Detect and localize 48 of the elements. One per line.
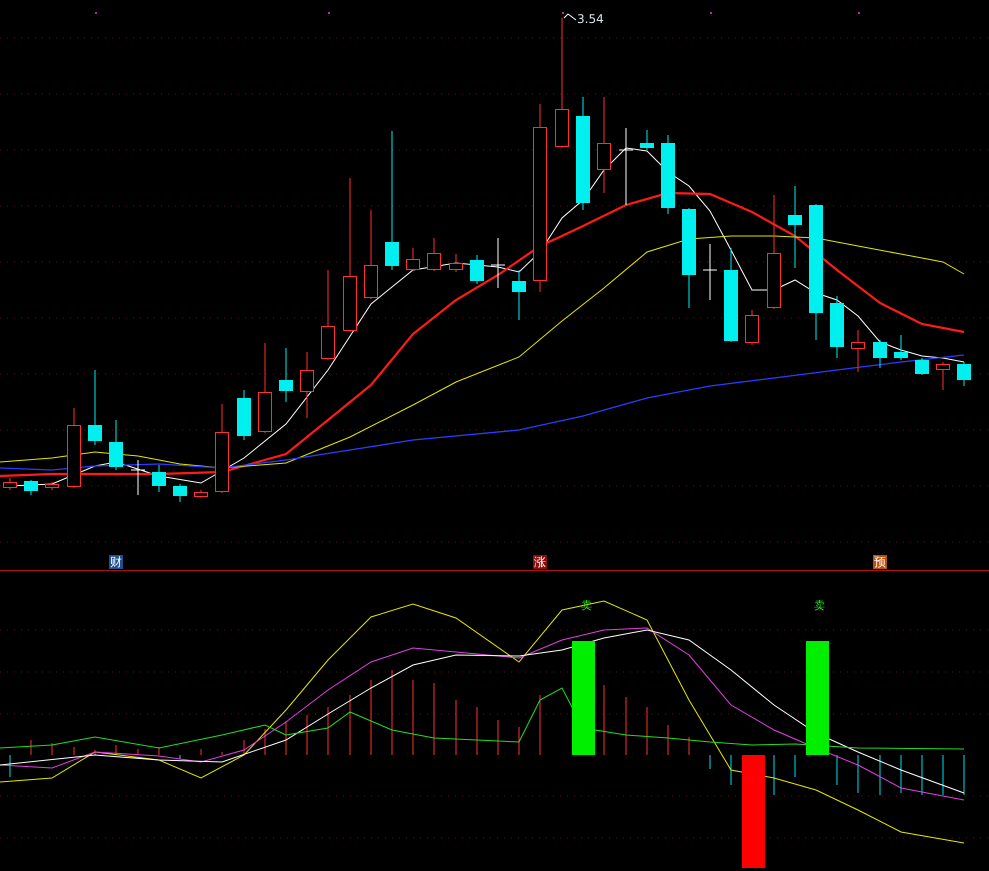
candlestick — [851, 330, 865, 372]
indicator-bar — [200, 748, 202, 756]
candlestick — [194, 490, 208, 498]
indicator-bar — [518, 726, 520, 756]
indicator-bar — [306, 714, 308, 756]
indicator-bar — [794, 754, 796, 778]
candlestick — [427, 238, 441, 272]
candlestick — [470, 254, 484, 284]
candlestick — [237, 390, 251, 440]
candlestick — [745, 310, 759, 346]
indicator-bar — [836, 754, 838, 786]
indicator-bar — [942, 754, 944, 796]
candlestick — [45, 482, 59, 490]
event-marker[interactable]: 财 — [109, 555, 123, 569]
candlestick — [406, 248, 420, 272]
candlestick — [915, 358, 929, 376]
candlestick — [449, 254, 463, 272]
candlestick — [894, 334, 908, 360]
indicator-bar — [158, 746, 160, 756]
sell-signal-label: 卖 — [814, 599, 825, 612]
indicator-bar — [688, 736, 690, 756]
indicator-bar — [94, 750, 96, 756]
event-marker[interactable]: 预 — [873, 555, 887, 569]
candlestick — [936, 362, 950, 390]
indicator-bar — [730, 754, 732, 786]
candlestick — [957, 362, 971, 386]
indicator-bar — [646, 706, 648, 756]
candlestick — [130, 460, 146, 496]
indicator-bar — [30, 740, 32, 756]
candlestick — [490, 238, 506, 288]
candlestick — [173, 484, 187, 502]
candlestick — [152, 464, 166, 492]
candlestick — [279, 348, 293, 402]
candlestick — [830, 296, 844, 358]
leader-line — [564, 13, 576, 20]
candlestick — [640, 130, 654, 150]
candlestick — [512, 270, 526, 320]
indicator-bar — [900, 754, 902, 794]
candlestick — [24, 480, 38, 496]
candlestick — [300, 352, 314, 418]
candlestick — [873, 340, 887, 368]
indicator-bar — [264, 728, 266, 756]
indicator-bar — [476, 706, 478, 756]
event-marker[interactable]: 涨 — [533, 555, 547, 569]
high-price-label: 3.54 — [577, 12, 604, 26]
candlestick — [109, 420, 123, 470]
candlestick — [3, 478, 17, 490]
candlestick — [702, 244, 718, 300]
